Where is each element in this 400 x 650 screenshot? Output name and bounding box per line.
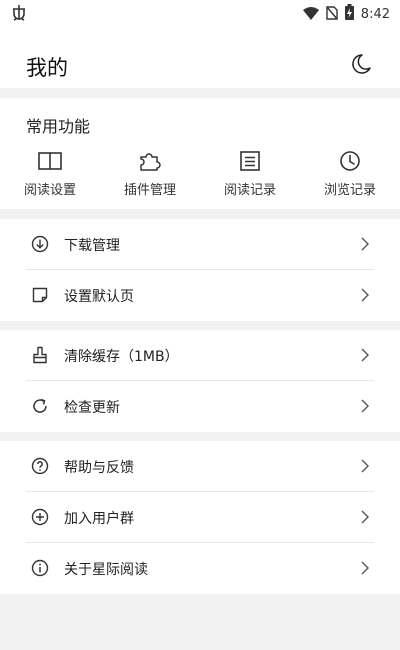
clock-time: 8:42	[360, 6, 390, 22]
quick-label: 插件管理	[123, 183, 176, 198]
broom-icon	[33, 346, 47, 364]
menu-item-join-user-group[interactable]: 加入用户群	[0, 492, 400, 543]
status-bar: 8:42	[0, 0, 400, 26]
menu-item-clear-cache[interactable]: 清除缓存（1MB）	[0, 330, 400, 381]
chevron-right-icon	[361, 288, 369, 302]
refresh-icon	[33, 398, 47, 413]
chevron-right-icon	[361, 459, 369, 473]
menu-group-2: 清除缓存（1MB） 检查更新	[0, 330, 400, 432]
quick-label: 阅读设置	[23, 183, 76, 198]
menu-group-1: 下载管理 设置默认页	[0, 219, 400, 321]
section-title: 常用功能	[26, 117, 91, 136]
quick-functions-grid: 阅读设置 插件管理 阅读记录 浏览记录	[0, 150, 400, 200]
page-title: 我的	[26, 56, 68, 80]
menu-item-check-update[interactable]: 检查更新	[0, 381, 400, 432]
quick-reading-settings[interactable]: 阅读设置	[0, 150, 100, 200]
book-icon	[38, 152, 62, 170]
help-icon	[31, 457, 49, 475]
menu-item-label: 关于星际阅读	[64, 562, 148, 578]
menu-item-help-feedback[interactable]: 帮助与反馈	[0, 441, 400, 492]
menu-item-label: 检查更新	[64, 400, 120, 416]
notification-bug-icon	[10, 3, 28, 25]
info-icon	[31, 559, 49, 577]
quick-reading-history[interactable]: 阅读记录	[200, 150, 300, 200]
chevron-right-icon	[361, 561, 369, 575]
puzzle-icon	[140, 153, 161, 171]
menu-item-label: 设置默认页	[64, 289, 134, 305]
page-icon	[32, 287, 48, 303]
document-list-icon	[240, 151, 260, 171]
menu-item-label: 加入用户群	[64, 511, 134, 527]
menu-item-about[interactable]: 关于星际阅读	[0, 543, 400, 594]
quick-functions-card: 常用功能 阅读设置 插件管理 阅读记录 浏览记录	[0, 98, 400, 209]
menu-item-set-default-page[interactable]: 设置默认页	[0, 270, 400, 321]
chevron-right-icon	[361, 237, 369, 251]
quick-label: 阅读记录	[223, 183, 276, 198]
menu-item-label: 清除缓存（1MB）	[64, 349, 179, 365]
wifi-icon	[302, 5, 319, 24]
menu-item-label: 下载管理	[64, 238, 120, 254]
quick-plugin-management[interactable]: 插件管理	[100, 150, 200, 200]
chevron-right-icon	[361, 348, 369, 362]
quick-label: 浏览记录	[323, 183, 376, 198]
no-sim-icon	[326, 5, 338, 24]
page-header: 我的	[0, 26, 400, 88]
battery-charging-icon	[344, 4, 354, 24]
menu-item-download-management[interactable]: 下载管理	[0, 219, 400, 270]
chevron-right-icon	[361, 510, 369, 524]
download-icon	[31, 235, 49, 253]
quick-browsing-history[interactable]: 浏览记录	[300, 150, 400, 200]
moon-icon[interactable]	[350, 53, 372, 75]
add-circle-icon	[31, 508, 49, 526]
clock-icon	[340, 151, 360, 171]
menu-group-3: 帮助与反馈 加入用户群 关于星际阅读	[0, 441, 400, 594]
chevron-right-icon	[361, 399, 369, 413]
menu-item-label: 帮助与反馈	[64, 460, 134, 476]
